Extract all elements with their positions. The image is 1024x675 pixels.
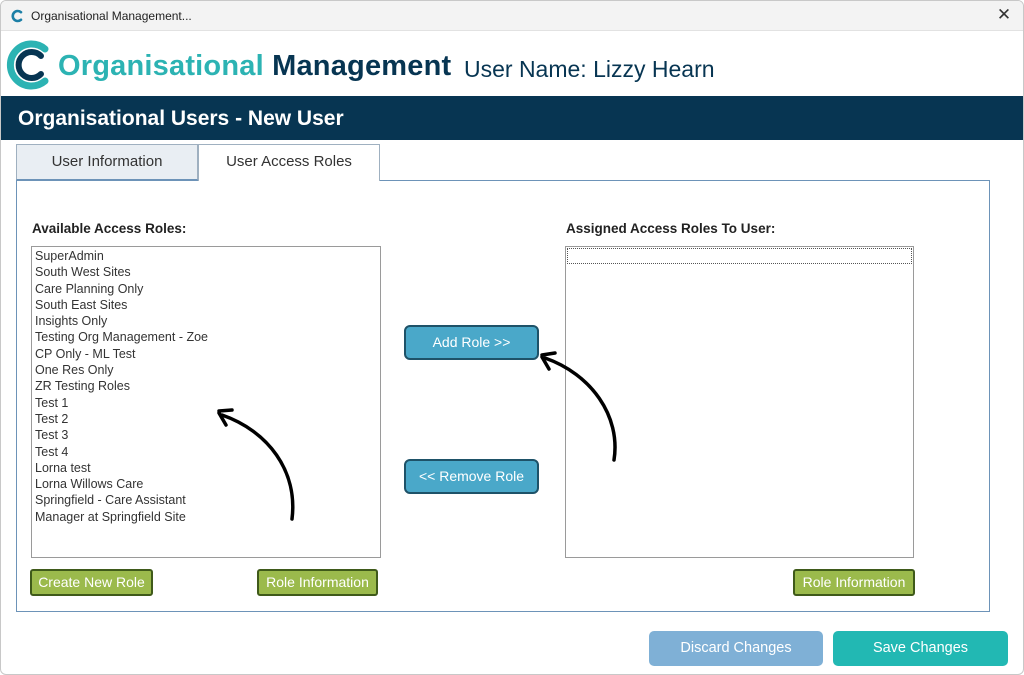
create-new-role-button[interactable]: Create New Role: [30, 569, 153, 596]
tab-user-information[interactable]: User Information: [16, 144, 198, 180]
list-item[interactable]: SuperAdmin: [32, 248, 380, 264]
close-icon[interactable]: ✕: [995, 6, 1013, 24]
list-item[interactable]: South East Sites: [32, 297, 380, 313]
available-roles-list[interactable]: SuperAdmin South West Sites Care Plannin…: [31, 246, 381, 558]
list-item[interactable]: Test 4: [32, 444, 380, 460]
list-item[interactable]: Springfield - Care Assistant: [32, 492, 380, 508]
page-banner: Organisational Users - New User: [1, 96, 1023, 140]
list-item[interactable]: Lorna test: [32, 460, 380, 476]
list-item[interactable]: Care Planning Only: [32, 281, 380, 297]
brand-name: Organisational Management: [58, 50, 451, 83]
assigned-role-information-button[interactable]: Role Information: [793, 569, 915, 596]
user-name-label: User Name: Lizzy Hearn: [464, 56, 715, 82]
brand-name-part1: Organisational: [58, 50, 264, 82]
brand-logo-icon: [6, 40, 49, 90]
assigned-roles-label: Assigned Access Roles To User:: [566, 221, 776, 236]
list-item[interactable]: Manager at Springfield Site: [32, 509, 380, 525]
title-bar: Organisational Management... ✕: [1, 1, 1023, 31]
brand-name-part2: Management: [272, 50, 452, 82]
discard-changes-button[interactable]: Discard Changes: [649, 631, 823, 666]
list-item[interactable]: Test 3: [32, 427, 380, 443]
tab-user-access-roles[interactable]: User Access Roles: [198, 144, 380, 181]
remove-role-button[interactable]: << Remove Role: [404, 459, 539, 494]
list-item[interactable]: CP Only - ML Test: [32, 346, 380, 362]
list-item[interactable]: One Res Only: [32, 362, 380, 378]
window-title: Organisational Management...: [31, 9, 192, 23]
available-role-information-button[interactable]: Role Information: [257, 569, 378, 596]
list-item[interactable]: Lorna Willows Care: [32, 476, 380, 492]
add-role-button[interactable]: Add Role >>: [404, 325, 539, 360]
available-roles-label: Available Access Roles:: [32, 221, 187, 236]
list-item[interactable]: ZR Testing Roles: [32, 378, 380, 394]
app-window: Organisational Management... ✕ Organisat…: [0, 0, 1024, 675]
list-item[interactable]: Testing Org Management - Zoe: [32, 329, 380, 345]
list-item[interactable]: Test 1: [32, 395, 380, 411]
list-item[interactable]: Test 2: [32, 411, 380, 427]
focus-row: [567, 248, 912, 264]
app-header: Organisational Management User Name: Liz…: [1, 31, 1023, 96]
page-title: Organisational Users - New User: [18, 107, 344, 130]
save-changes-button[interactable]: Save Changes: [833, 631, 1008, 666]
list-item[interactable]: South West Sites: [32, 264, 380, 280]
access-roles-panel: Available Access Roles: Assigned Access …: [16, 180, 990, 612]
assigned-roles-list[interactable]: [565, 246, 914, 558]
list-item[interactable]: Insights Only: [32, 313, 380, 329]
app-logo-icon: [11, 9, 23, 23]
